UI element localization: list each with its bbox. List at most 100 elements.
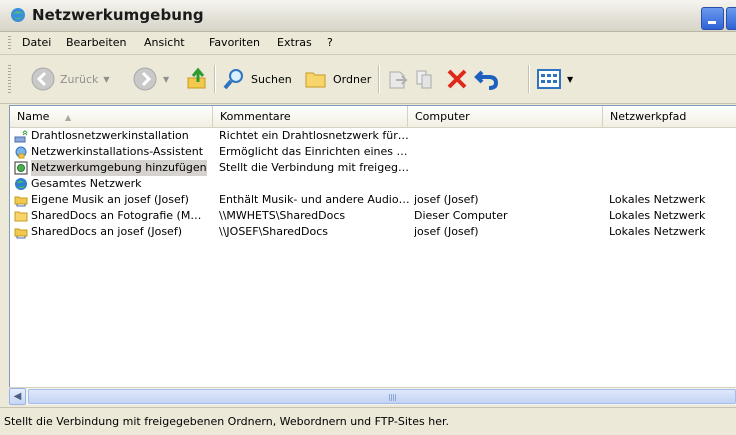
list-item-name: Drahtlosnetzwerkinstallation xyxy=(31,129,189,142)
arrow-left-icon: ◀ xyxy=(13,391,22,402)
list-item-name: Netzwerkinstallations-Assistent xyxy=(31,145,204,158)
column-name-label: Name xyxy=(17,110,50,123)
horizontal-scrollbar[interactable]: ◀ xyxy=(9,387,736,405)
list-item[interactable]: Netzwerkinstallations-Assistent Ermöglic… xyxy=(10,144,736,160)
undo-button[interactable] xyxy=(474,63,500,95)
list-item[interactable]: Eigene Musik an josef (Josef) Enthält Mu… xyxy=(10,192,736,208)
delete-icon xyxy=(447,69,467,89)
toolbar-separator xyxy=(378,65,380,93)
list-item[interactable]: Netzwerkumgebung hinzufügen Stellt die V… xyxy=(10,160,736,176)
search-button[interactable]: Suchen xyxy=(221,63,292,95)
move-to-button[interactable] xyxy=(386,63,410,95)
toolbar: Zurück ▼ ▼ Suchen Ordner ▼ xyxy=(0,55,736,104)
chevron-down-icon[interactable]: ▼ xyxy=(567,75,573,84)
list-item-computer: Dieser Computer xyxy=(414,209,508,222)
list-item-path: Lokales Netzwerk xyxy=(609,225,706,238)
list-item[interactable]: Drahtlosnetzwerkinstallation Richtet ein… xyxy=(10,128,736,144)
status-bar: Stellt die Verbindung mit freigegebenen … xyxy=(0,407,736,435)
toolbar-separator xyxy=(528,65,530,93)
menu-datei[interactable]: Datei xyxy=(22,36,51,49)
search-icon xyxy=(223,69,243,90)
menu-bearbeiten[interactable]: Bearbeiten xyxy=(66,36,126,49)
explorer-window: Netzwerkumgebung Datei Bearbeiten Ansich… xyxy=(0,0,736,435)
column-comments-label: Kommentare xyxy=(220,110,291,123)
network-wizard-icon xyxy=(15,146,27,159)
chevron-down-icon[interactable]: ▼ xyxy=(103,75,109,84)
toolbar-grip xyxy=(8,65,11,95)
list-item-path: Lokales Netzwerk xyxy=(609,193,706,206)
list-item-name-cell: Eigene Musik an josef (Josef) xyxy=(14,192,214,208)
folder-icon xyxy=(305,72,326,88)
window-title: Netzwerkumgebung xyxy=(32,6,204,24)
wireless-setup-icon xyxy=(14,130,28,143)
list-item-name-cell: Netzwerkumgebung hinzufügen xyxy=(14,160,214,176)
column-header-name[interactable]: Name ▲ xyxy=(10,106,213,127)
column-header-comments[interactable]: Kommentare xyxy=(213,106,408,127)
add-network-place-icon xyxy=(14,161,28,175)
menu-help[interactable]: ? xyxy=(327,36,333,49)
list-item-comment: Ermöglicht das Einrichten eines … xyxy=(219,145,408,158)
file-list[interactable]: Name ▲ Kommentare Computer Netzwerkpfad … xyxy=(9,105,736,388)
column-computer-label: Computer xyxy=(415,110,470,123)
views-button[interactable]: ▼ xyxy=(536,63,573,95)
menu-ansicht[interactable]: Ansicht xyxy=(144,36,185,49)
list-item-name: SharedDocs an Fotografie (M… xyxy=(31,209,202,222)
list-item-computer: josef (Josef) xyxy=(414,193,479,206)
maximize-button[interactable] xyxy=(726,7,736,30)
menu-favoriten[interactable]: Favoriten xyxy=(209,36,260,49)
back-button[interactable]: Zurück ▼ xyxy=(30,63,110,95)
scroll-left-button[interactable]: ◀ xyxy=(9,388,26,405)
back-label: Zurück xyxy=(60,72,99,86)
list-item-name: Netzwerkumgebung hinzufügen xyxy=(31,160,207,176)
list-item-name-cell: Netzwerkinstallations-Assistent xyxy=(14,144,214,160)
list-item[interactable]: SharedDocs an josef (Josef) \\JOSEF\Shar… xyxy=(10,224,736,240)
network-folder-icon xyxy=(14,196,28,207)
up-button[interactable] xyxy=(185,63,211,95)
list-item-name-cell: Gesamtes Netzwerk xyxy=(14,176,214,192)
views-icon xyxy=(537,69,561,89)
list-item-comment: \\MWHETS\SharedDocs xyxy=(219,209,346,222)
search-label: Suchen xyxy=(251,72,292,86)
column-header-path[interactable]: Netzwerkpfad xyxy=(603,106,736,127)
copy-to-button[interactable] xyxy=(414,63,438,95)
back-arrow-icon xyxy=(31,67,55,91)
minimize-button[interactable] xyxy=(701,7,724,30)
menu-extras[interactable]: Extras xyxy=(277,36,312,49)
network-folder-icon xyxy=(14,228,28,239)
list-item-comment: Richtet ein Drahtlosnetzwerk für… xyxy=(219,129,409,142)
forward-button[interactable]: ▼ xyxy=(132,63,169,95)
globe-icon xyxy=(15,178,27,190)
undo-icon xyxy=(474,70,499,90)
scrollbar-grip xyxy=(389,394,397,401)
column-header-computer[interactable]: Computer xyxy=(408,106,603,127)
list-item[interactable]: SharedDocs an Fotografie (M… \\MWHETS\Sh… xyxy=(10,208,736,224)
list-item-comment: Stellt die Verbindung mit freigeg… xyxy=(219,161,409,174)
chevron-down-icon[interactable]: ▼ xyxy=(163,75,169,84)
delete-button[interactable] xyxy=(444,63,470,95)
folder-up-icon xyxy=(187,67,206,89)
list-item-name: Eigene Musik an josef (Josef) xyxy=(31,193,189,206)
list-item-comment: \\JOSEF\SharedDocs xyxy=(219,225,328,238)
list-item-computer: josef (Josef) xyxy=(414,225,479,238)
status-text: Stellt die Verbindung mit freigegebenen … xyxy=(4,415,449,428)
list-item[interactable]: Gesamtes Netzwerk xyxy=(10,176,736,192)
scrollbar-thumb[interactable] xyxy=(28,389,736,404)
title-bar[interactable]: Netzwerkumgebung xyxy=(0,0,736,32)
forward-arrow-icon xyxy=(133,67,157,91)
list-header: Name ▲ Kommentare Computer Netzwerkpfad xyxy=(10,106,736,128)
folder-icon xyxy=(14,211,28,222)
list-item-path: Lokales Netzwerk xyxy=(609,209,706,222)
toolbar-separator xyxy=(214,65,216,93)
copy-to-icon xyxy=(416,70,432,89)
menu-grip xyxy=(8,36,11,50)
move-to-icon xyxy=(389,71,408,89)
list-item-name: Gesamtes Netzwerk xyxy=(31,177,142,190)
list-item-name: SharedDocs an josef (Josef) xyxy=(31,225,182,238)
list-item-name-cell: SharedDocs an josef (Josef) xyxy=(14,224,214,240)
menu-bar: Datei Bearbeiten Ansicht Favoriten Extra… xyxy=(0,32,736,55)
network-places-icon xyxy=(11,8,25,22)
list-item-name-cell: Drahtlosnetzwerkinstallation xyxy=(14,128,214,144)
window-left-edge xyxy=(0,105,9,405)
folders-button[interactable]: Ordner xyxy=(303,63,371,95)
list-rows: Drahtlosnetzwerkinstallation Richtet ein… xyxy=(10,128,736,240)
